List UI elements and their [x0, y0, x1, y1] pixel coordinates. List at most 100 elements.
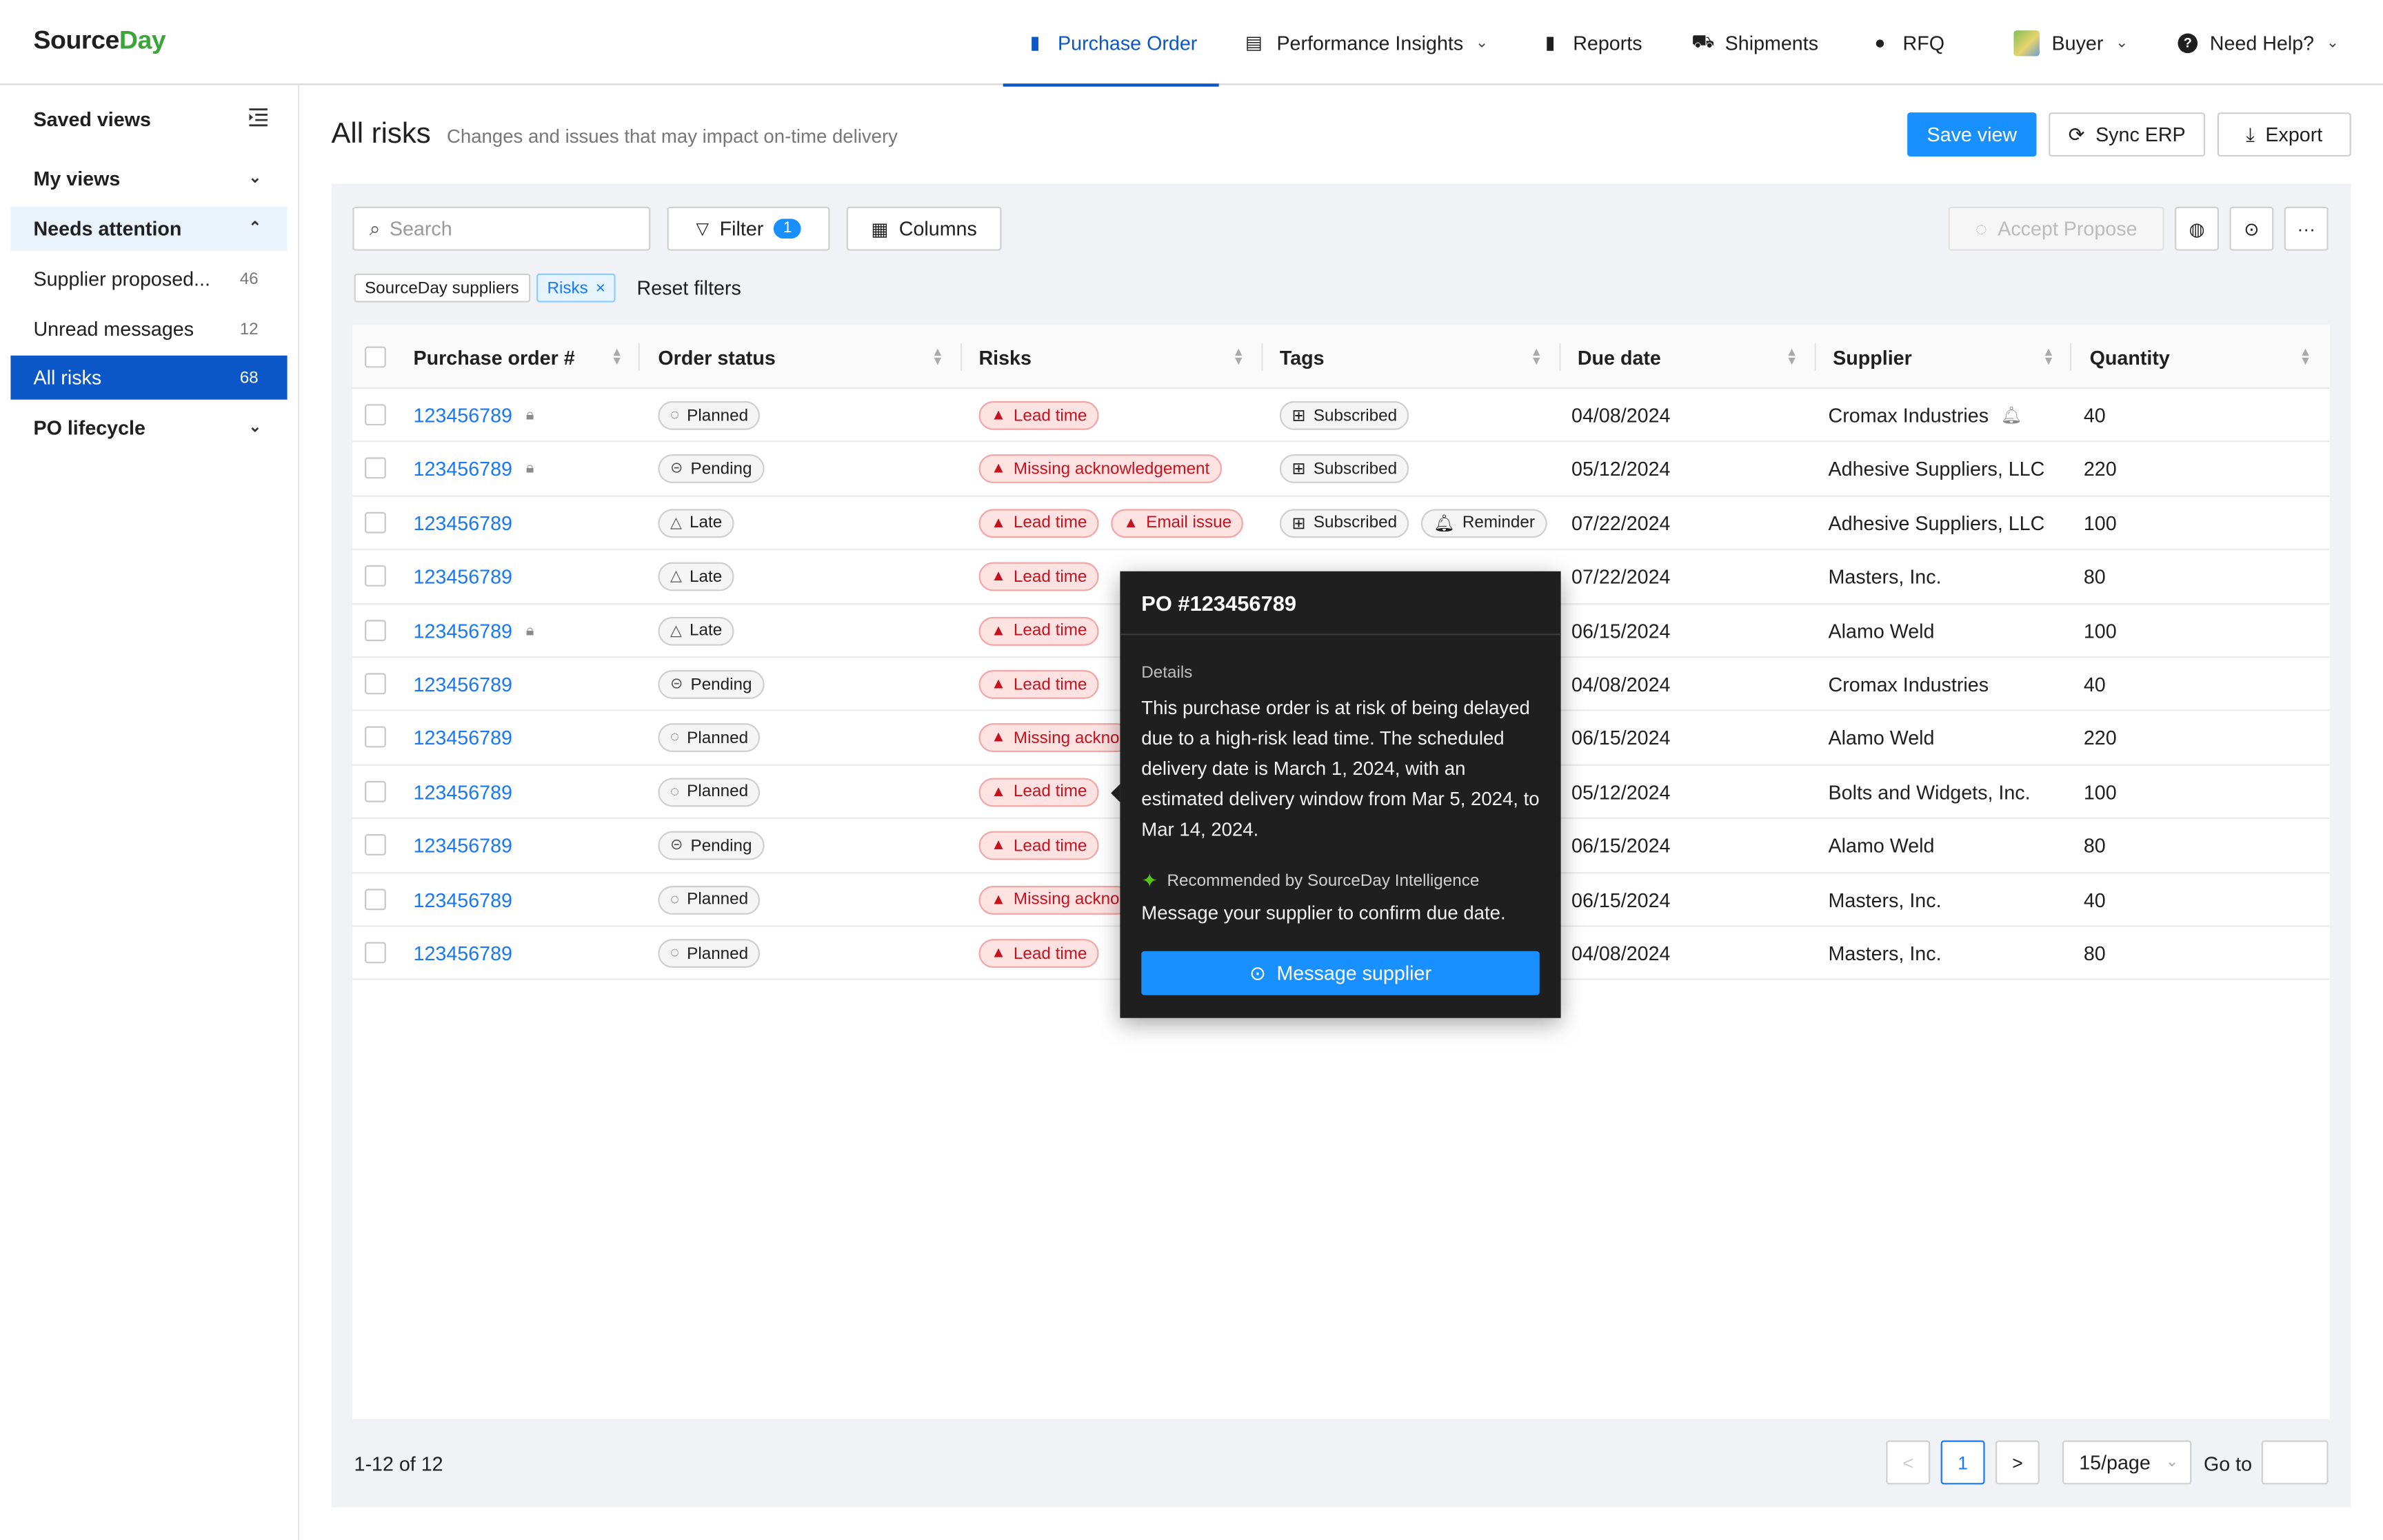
accept-propose-button[interactable]: ◌ Accept Propose: [1948, 206, 2164, 251]
po-number-link[interactable]: 123456789: [414, 458, 512, 480]
risk-badge[interactable]: ▲ Missing acknowledgement: [978, 454, 1222, 484]
risk-badge[interactable]: ▲ Lead time: [978, 670, 1100, 699]
row-checkbox[interactable]: [364, 888, 386, 910]
close-icon[interactable]: ×: [596, 278, 605, 296]
row-checkbox[interactable]: [364, 727, 386, 749]
nav-buyer-menu[interactable]: Buyer ⌄: [2013, 0, 2129, 85]
row-checkbox[interactable]: [364, 834, 386, 856]
filter-button[interactable]: ▽ Filter 1: [667, 206, 830, 251]
column-header-risks[interactable]: Risks: [978, 325, 1031, 389]
due-date: 06/15/2024: [1571, 834, 1671, 858]
risk-badge[interactable]: ▲ Lead time: [978, 616, 1100, 645]
column-header-po[interactable]: Purchase order #: [414, 325, 575, 389]
po-number-link[interactable]: 123456789: [414, 565, 512, 588]
filter-chip-risks[interactable]: Risks ×: [536, 273, 616, 303]
po-number-link[interactable]: 123456789: [414, 673, 512, 696]
chevron-right-icon: >: [2012, 1452, 2023, 1473]
sort-icon[interactable]: ▲ ▼: [1786, 345, 1798, 367]
row-checkbox[interactable]: [364, 458, 386, 480]
quantity: 100: [2083, 511, 2117, 535]
risk-badge[interactable]: ▲ Lead time: [978, 778, 1100, 807]
risk-badge[interactable]: ▲ Missing ackno: [978, 724, 1132, 753]
column-divider: [1261, 343, 1263, 371]
row-checkbox[interactable]: [364, 619, 386, 641]
filter-chip-sourceday-suppliers[interactable]: SourceDay suppliers: [354, 273, 530, 303]
column-header-due-date[interactable]: Due date: [1578, 325, 1661, 389]
table-row[interactable]: 123456789 △ Late ▲ Lead time ▲ Email issue ⊞ Sub…: [352, 496, 2330, 551]
table-row[interactable]: 123456789 🔒︎ ⊝ Pending ▲ Missing acknowledgem…: [352, 443, 2330, 497]
prev-page-button[interactable]: <: [1886, 1440, 1931, 1485]
po-number-link[interactable]: 123456789: [414, 834, 512, 857]
risk-badge[interactable]: ▲ Lead time: [978, 939, 1100, 969]
page-size-select[interactable]: 15/page ⌄: [2062, 1440, 2192, 1485]
column-header-order-status[interactable]: Order status: [658, 325, 775, 389]
save-view-button[interactable]: Save view: [1907, 112, 2037, 157]
sync-erp-button[interactable]: ⟳ Sync ERP: [2049, 112, 2206, 157]
po-number-link[interactable]: 123456789: [414, 727, 512, 749]
nav-reports[interactable]: ▮ Reports: [1540, 0, 1642, 85]
bell-icon[interactable]: 🔔︎: [2001, 405, 2022, 425]
sort-icon[interactable]: ▲ ▼: [2300, 345, 2311, 367]
status-icon: △: [670, 514, 682, 531]
po-number-link[interactable]: 123456789: [414, 404, 512, 427]
hot-fire-button[interactable]: ◍: [2175, 206, 2219, 251]
po-number-link[interactable]: 123456789: [414, 942, 512, 965]
sidebar-item-supplier-proposed[interactable]: Supplier proposed... 46: [10, 256, 287, 301]
nav-purchase-order[interactable]: ▮ Purchase Order: [1003, 0, 1218, 87]
tag-badge[interactable]: ⊞ Subscribed: [1279, 401, 1409, 430]
sort-icon[interactable]: ▲ ▼: [932, 345, 943, 367]
message-supplier-button[interactable]: ⊙ Message supplier: [1141, 951, 1540, 995]
risk-badge[interactable]: ▲ Email issue: [1111, 508, 1244, 538]
button-label: Message supplier: [1276, 962, 1432, 985]
more-options-button[interactable]: ···: [2284, 206, 2329, 251]
column-header-tags[interactable]: Tags: [1280, 325, 1325, 389]
collapse-menu-icon[interactable]: [248, 106, 269, 128]
nav-shipments[interactable]: ⛟ Shipments: [1691, 0, 1818, 85]
columns-button[interactable]: ▦ Columns: [846, 206, 1002, 251]
row-checkbox[interactable]: [364, 565, 386, 587]
nav-performance-insights[interactable]: ▤ Performance Insights ⌄: [1243, 0, 1488, 85]
sort-icon[interactable]: ▲ ▼: [1233, 345, 1245, 367]
reset-filters-link[interactable]: Reset filters: [637, 276, 741, 299]
tag-badge[interactable]: ⊞ Subscribed: [1279, 454, 1409, 484]
column-header-supplier[interactable]: Supplier: [1833, 325, 1912, 389]
table-row[interactable]: 123456789 🔒︎ ◌ Planned ▲ Lead time ⊞ Subscribed…: [352, 389, 2330, 443]
sort-icon[interactable]: ▲ ▼: [1531, 345, 1542, 367]
po-number-link[interactable]: 123456789: [414, 780, 512, 803]
row-checkbox[interactable]: [364, 673, 386, 695]
select-all-checkbox[interactable]: [364, 346, 386, 368]
sidebar-item-unread-messages[interactable]: Unread messages 12: [10, 307, 287, 351]
row-checkbox[interactable]: [364, 780, 386, 802]
risk-badge[interactable]: ▲ Lead time: [978, 562, 1100, 591]
sort-icon[interactable]: ▲ ▼: [2042, 345, 2054, 367]
po-number-link[interactable]: 123456789: [414, 889, 512, 911]
risk-badge[interactable]: ▲ Lead time: [978, 508, 1100, 538]
sidebar-item-my-views[interactable]: My views ⌄: [10, 156, 287, 201]
sidebar-item-po-lifecycle[interactable]: PO lifecycle ⌄: [10, 405, 287, 449]
sort-icon[interactable]: ▲ ▼: [611, 345, 623, 367]
sidebar-item-all-risks[interactable]: All risks 68: [10, 355, 288, 400]
page-1-button[interactable]: 1: [1940, 1440, 1985, 1485]
risk-badge[interactable]: ▲ Lead time: [978, 831, 1100, 860]
row-checkbox[interactable]: [364, 404, 386, 426]
nav-need-help[interactable]: ? Need Help? ⌄: [2178, 0, 2339, 85]
export-button[interactable]: ⤓ Export: [2217, 112, 2351, 157]
column-header-quantity[interactable]: Quantity: [2090, 325, 2170, 389]
sidebar-item-needs-attention[interactable]: Needs attention ⌃: [10, 206, 288, 251]
messages-button[interactable]: ⊙: [2229, 206, 2274, 251]
risk-badge[interactable]: ▲ Missing ackno: [978, 885, 1132, 914]
tag-badge[interactable]: ⊞ Subscribed: [1279, 508, 1409, 538]
next-page-button[interactable]: >: [1995, 1440, 2040, 1485]
po-number-link[interactable]: 123456789: [414, 511, 512, 534]
risk-badge[interactable]: ▲ Lead time: [978, 401, 1100, 430]
help-icon: ?: [2178, 32, 2198, 53]
row-checkbox[interactable]: [364, 511, 386, 534]
sourceday-logo[interactable]: SourceDay: [33, 26, 165, 56]
row-checkbox[interactable]: [364, 942, 386, 964]
po-number-link[interactable]: 123456789: [414, 619, 512, 642]
nav-rfq[interactable]: ● RFQ: [1869, 0, 1944, 85]
risk-label: Lead time: [1013, 567, 1087, 587]
goto-page-input[interactable]: [2261, 1440, 2329, 1485]
tag-badge[interactable]: 🔔︎ Reminder: [1421, 508, 1547, 538]
search-input[interactable]: ⌕ Search: [352, 206, 651, 251]
